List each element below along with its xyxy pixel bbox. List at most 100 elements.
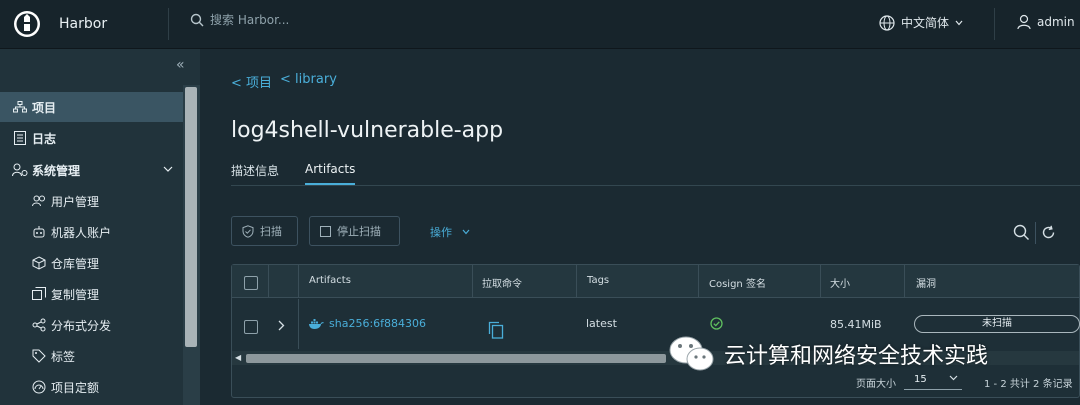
sidebar-item-registries[interactable]: 仓库管理 xyxy=(0,248,99,278)
chevron-down-icon[interactable] xyxy=(163,166,173,173)
harbor-logo-icon[interactable] xyxy=(13,10,41,38)
artifact-digest-link[interactable]: sha256:6f884306 xyxy=(308,317,426,330)
sidebar-item-label: 仓库管理 xyxy=(51,256,100,271)
page-size-label: 页面大小 xyxy=(856,379,896,390)
column-header-artifacts[interactable]: Artifacts xyxy=(309,275,351,286)
column-divider xyxy=(298,299,299,349)
actions-dropdown[interactable]: 操作 xyxy=(430,224,470,240)
column-header-pull-command[interactable]: 拉取命令 xyxy=(482,275,522,290)
sidebar-item-label: 机器人账户 xyxy=(51,225,112,240)
scan-button-label: 扫描 xyxy=(260,225,282,238)
vulnerability-status-badge[interactable]: 未扫描 xyxy=(914,315,1080,333)
artifact-size: 85.41MiB xyxy=(830,318,882,331)
breadcrumb-library-link[interactable]: < library xyxy=(280,72,337,91)
docker-icon xyxy=(309,318,324,329)
sidebar-item-label: 日志 xyxy=(32,131,57,146)
sidebar-item-logs[interactable]: 日志 xyxy=(0,123,56,153)
chevron-down-icon xyxy=(462,229,470,235)
copy-icon[interactable] xyxy=(488,321,504,339)
logs-icon xyxy=(12,131,28,145)
shield-icon xyxy=(242,224,254,238)
header-divider xyxy=(994,8,995,40)
chevron-right-icon[interactable] xyxy=(278,320,285,331)
system-admin-icon xyxy=(12,163,28,177)
sidebar-item-projects[interactable]: 项目 xyxy=(0,92,183,122)
search-icon[interactable] xyxy=(1013,224,1030,241)
column-header-size[interactable]: 大小 xyxy=(830,275,850,290)
projects-icon xyxy=(12,101,28,113)
tab-description[interactable]: 描述信息 xyxy=(231,162,279,185)
column-divider xyxy=(698,265,699,297)
row-checkbox[interactable] xyxy=(244,320,258,334)
user-icon xyxy=(1017,14,1031,30)
brand-name[interactable]: Harbor xyxy=(59,16,107,32)
wechat-logo-icon xyxy=(669,336,714,371)
column-divider xyxy=(904,265,905,297)
page-title: log4shell-vulnerable-app xyxy=(231,118,504,143)
watermark-text: 云计算和网络安全技术实践 xyxy=(724,344,989,369)
stop-scan-button-label: 停止扫描 xyxy=(337,225,381,238)
actions-label: 操作 xyxy=(430,226,452,239)
breadcrumb: < 项目 < library xyxy=(231,72,337,91)
sidebar-item-project-quotas[interactable]: 项目定额 xyxy=(0,372,99,402)
watermark: 云计算和网络安全技术实践 xyxy=(668,334,988,374)
column-header-tags[interactable]: Tags xyxy=(587,275,609,286)
registry-icon xyxy=(31,256,47,270)
username: admin xyxy=(1037,15,1075,29)
stop-scan-button[interactable]: 停止扫描 xyxy=(309,216,400,246)
column-divider xyxy=(820,265,821,297)
sidebar-item-label: 项目定额 xyxy=(51,380,100,395)
artifact-tag: latest xyxy=(586,317,617,330)
quota-icon xyxy=(31,380,47,394)
chevron-down-icon xyxy=(955,20,963,25)
sidebar-item-system-admin[interactable]: 系统管理 xyxy=(0,155,183,185)
artifact-digest: sha256:6f884306 xyxy=(329,317,427,330)
language-selector[interactable]: 中文简体 xyxy=(879,14,963,31)
stop-icon xyxy=(320,225,331,237)
sidebar-item-users[interactable]: 用户管理 xyxy=(0,186,99,216)
sidebar: « 项目 日志 系统管理 用户管理 机器人账户 仓库管理 复制管理 分布式分发 … xyxy=(0,49,200,405)
check-circle-icon xyxy=(710,317,723,330)
collapse-sidebar-icon[interactable]: « xyxy=(176,57,185,73)
tag-icon xyxy=(31,349,47,363)
sidebar-item-label: 系统管理 xyxy=(32,163,81,178)
sidebar-item-label: 标签 xyxy=(51,349,76,364)
users-icon xyxy=(31,195,47,207)
artifacts-table: Artifacts 拉取命令 Tags Cosign 签名 大小 漏洞 sha2… xyxy=(231,264,1080,398)
sidebar-item-label: 项目 xyxy=(32,100,57,115)
table-scrollbar-thumb[interactable] xyxy=(246,354,666,363)
sidebar-item-distributions[interactable]: 分布式分发 xyxy=(0,310,111,340)
toolbar-divider xyxy=(1035,222,1036,244)
scroll-left-icon[interactable]: ◀ xyxy=(235,351,241,365)
language-label: 中文简体 xyxy=(901,16,950,30)
sidebar-item-label: 复制管理 xyxy=(51,287,100,302)
sidebar-item-replications[interactable]: 复制管理 xyxy=(0,279,99,309)
globe-icon xyxy=(879,14,895,31)
sidebar-scrollbar-thumb[interactable] xyxy=(185,87,197,347)
global-search[interactable] xyxy=(190,13,430,27)
column-header-vulnerabilities[interactable]: 漏洞 xyxy=(916,275,936,290)
table-header: Artifacts 拉取命令 Tags Cosign 签名 大小 漏洞 xyxy=(232,265,1079,298)
sidebar-item-label: 用户管理 xyxy=(51,194,100,209)
search-input[interactable] xyxy=(210,13,430,27)
tab-artifacts[interactable]: Artifacts xyxy=(305,162,356,185)
record-count: 1 - 2 共计 2 条记录 xyxy=(984,379,1073,390)
refresh-icon[interactable] xyxy=(1041,225,1056,240)
breadcrumb-projects-link[interactable]: < 项目 xyxy=(231,72,272,91)
select-all-checkbox[interactable] xyxy=(244,276,258,290)
search-icon xyxy=(190,13,204,27)
robot-icon xyxy=(31,225,47,239)
distribution-icon xyxy=(31,318,47,332)
column-divider xyxy=(268,265,269,297)
sidebar-item-robot-accounts[interactable]: 机器人账户 xyxy=(0,217,111,247)
user-menu[interactable]: admin xyxy=(1017,14,1075,30)
sidebar-item-labels[interactable]: 标签 xyxy=(0,341,75,371)
sidebar-item-label: 分布式分发 xyxy=(51,318,112,333)
column-divider xyxy=(472,265,473,297)
tabs-divider xyxy=(231,185,1080,186)
column-header-cosign[interactable]: Cosign 签名 xyxy=(709,275,766,290)
chevron-down-icon xyxy=(949,375,958,381)
header-divider xyxy=(168,8,169,40)
repository-tabs: 描述信息 Artifacts xyxy=(231,162,356,185)
scan-button[interactable]: 扫描 xyxy=(231,216,298,246)
